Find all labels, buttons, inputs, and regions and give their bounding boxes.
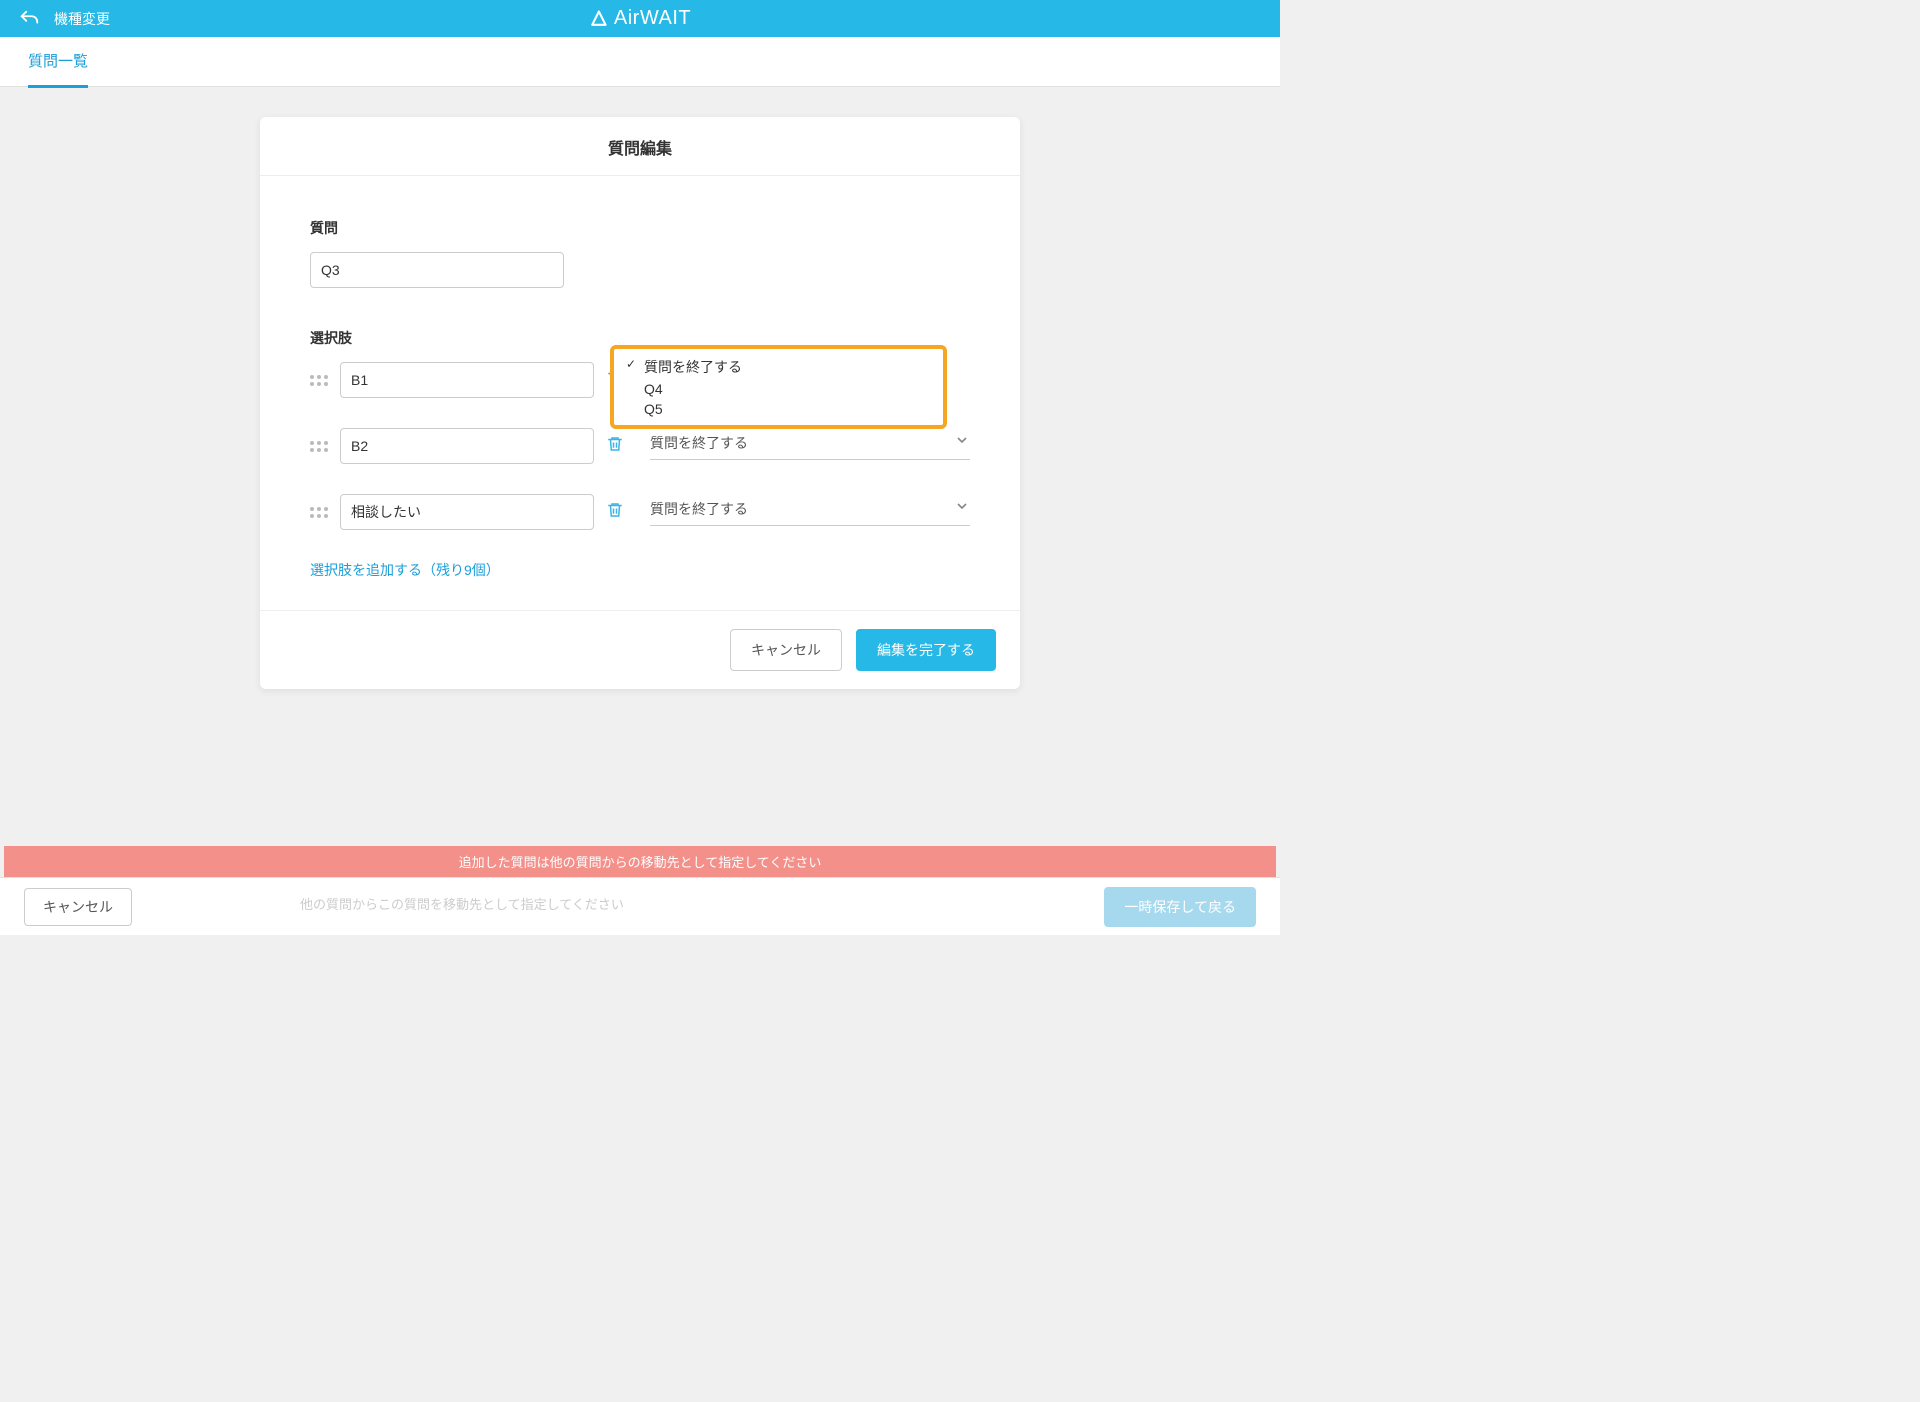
modal-footer: キャンセル 編集を完了する [260, 610, 1020, 689]
bottom-save-button[interactable]: 一時保存して戻る [1104, 887, 1256, 927]
choice-input[interactable] [340, 494, 594, 530]
trash-icon[interactable] [606, 501, 624, 524]
drag-handle-icon[interactable] [310, 375, 328, 386]
trash-icon[interactable] [606, 435, 624, 458]
modal-title: 質問編集 [260, 117, 1020, 176]
dropdown-selected-text: 質問を終了する [650, 433, 748, 453]
brand-logo: AirWAIT [589, 7, 691, 30]
chevron-down-icon [954, 498, 970, 519]
bottom-bar: キャンセル 他の質問からこの質問を移動先として指定してください 一時保存して戻る [0, 877, 1280, 935]
chevron-down-icon [954, 432, 970, 453]
dropdown-option[interactable]: 質問を終了する [614, 355, 943, 379]
bottom-placeholder-text: 他の質問からこの質問を移動先として指定してください [300, 894, 624, 913]
drag-handle-icon[interactable] [310, 507, 328, 518]
question-edit-modal: 質問編集 質問 選択肢 質問を終了する [260, 117, 1020, 689]
destination-dropdown[interactable]: 質問を終了する [650, 432, 970, 460]
drag-handle-icon[interactable] [310, 441, 328, 452]
cancel-button[interactable]: キャンセル [730, 629, 842, 671]
destination-dropdown-popup[interactable]: 質問を終了する Q4 Q5 [610, 345, 947, 429]
header-back-label[interactable]: 機種変更 [54, 9, 110, 29]
tab-question-list[interactable]: 質問一覧 [28, 50, 88, 88]
question-label: 質問 [310, 218, 970, 238]
add-choice-link[interactable]: 選択肢を追加する（残り9個） [310, 560, 970, 580]
dropdown-selected-text: 質問を終了する [650, 499, 748, 519]
choice-row: 質問を終了する [310, 494, 970, 530]
back-icon[interactable] [18, 8, 40, 30]
app-header: 機種変更 AirWAIT [0, 0, 1280, 37]
main-area: 質問編集 質問 選択肢 質問を終了する [0, 87, 1280, 689]
destination-dropdown[interactable]: 質問を終了する [650, 498, 970, 526]
brand-icon [589, 9, 609, 29]
choice-input[interactable] [340, 428, 594, 464]
submit-button[interactable]: 編集を完了する [856, 629, 996, 671]
bottom-cancel-button[interactable]: キャンセル [24, 888, 132, 926]
brand-text: AirWAIT [614, 7, 691, 30]
dropdown-option[interactable]: Q5 [614, 399, 943, 419]
alert-bar: 追加した質問は他の質問からの移動先として指定してください [4, 846, 1276, 877]
choice-input[interactable] [340, 362, 594, 398]
choice-row: 質問を終了する [310, 428, 970, 464]
modal-body: 質問 選択肢 質問を終了する Q4 Q5 [260, 176, 1020, 610]
dropdown-option[interactable]: Q4 [614, 379, 943, 399]
subheader: 質問一覧 [0, 37, 1280, 87]
question-input[interactable] [310, 252, 564, 288]
choice-row: 質問を終了する Q4 Q5 [310, 362, 970, 398]
